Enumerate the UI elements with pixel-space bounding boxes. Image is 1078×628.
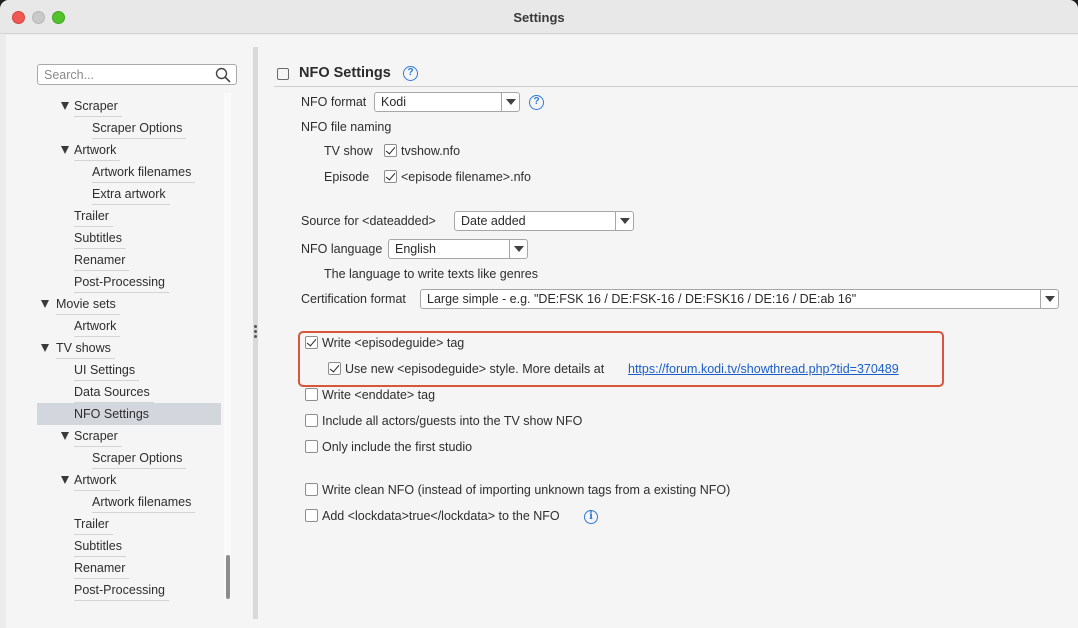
search-input[interactable] — [44, 67, 209, 83]
tree-item-artwork-filenames[interactable]: Artwork filenames — [37, 161, 221, 183]
all-actors-checkbox[interactable] — [305, 414, 318, 427]
tree-item-tv-subtitles[interactable]: Subtitles — [37, 535, 221, 557]
expand-arrow-icon[interactable] — [61, 146, 69, 154]
tree-item-extra-artwork[interactable]: Extra artwork — [37, 183, 221, 205]
dateadded-label: Source for <dateadded> — [301, 214, 436, 228]
write-episodeguide-label: Write <episodeguide> tag — [322, 336, 465, 350]
clean-nfo-checkbox[interactable] — [305, 483, 318, 496]
nfo-format-select[interactable]: Kodi — [374, 92, 520, 112]
drag-handle-icon[interactable] — [254, 325, 257, 340]
first-studio-label: Only include the first studio — [322, 440, 473, 454]
tree-item-data-sources[interactable]: Data Sources — [37, 381, 221, 403]
collapse-icon[interactable] — [277, 68, 289, 80]
episode-label: Episode — [324, 170, 370, 184]
tree-item-movie-sets-artwork[interactable]: Artwork — [37, 315, 221, 337]
chevron-down-icon[interactable] — [501, 93, 519, 111]
nfo-language-label: NFO language — [301, 242, 383, 256]
new-episodeguide-checkbox[interactable] — [328, 362, 341, 375]
expand-arrow-icon[interactable] — [41, 300, 49, 308]
nfo-language-select[interactable]: English — [388, 239, 528, 259]
tree-item-tv-post-processing[interactable]: Post-Processing — [37, 579, 221, 601]
nfo-format-help-icon[interactable]: ? — [529, 95, 544, 110]
tree-item-subtitles[interactable]: Subtitles — [37, 227, 221, 249]
tree-item-movie-sets[interactable]: Movie sets — [37, 293, 221, 315]
tv-show-nfo-value: tvshow.nfo — [401, 144, 461, 158]
settings-window: Settings Scraper Scraper Options Artwork… — [0, 0, 1078, 628]
write-episodeguide-checkbox[interactable] — [305, 336, 318, 349]
lockdata-checkbox[interactable] — [305, 509, 318, 522]
help-icon[interactable]: ? — [403, 66, 418, 81]
section-title: NFO Settings — [299, 65, 391, 81]
window-title: Settings — [513, 10, 565, 25]
tree-item-renamer[interactable]: Renamer — [37, 249, 221, 271]
tree-item-trailer[interactable]: Trailer — [37, 205, 221, 227]
nfo-format-label: NFO format — [301, 95, 367, 109]
search-icon[interactable] — [215, 67, 231, 83]
tree-item-tv-artwork[interactable]: Artwork — [37, 469, 221, 491]
clean-nfo-label: Write clean NFO (instead of importing un… — [322, 483, 731, 497]
tree-scrollbar-thumb[interactable] — [226, 555, 230, 599]
tree-item-nfo-settings[interactable]: NFO Settings — [37, 403, 221, 425]
all-actors-label: Include all actors/guests into the TV sh… — [322, 414, 583, 428]
tree-scrollbar[interactable] — [224, 93, 231, 599]
chevron-down-icon[interactable] — [1040, 290, 1058, 308]
tree-item-tv-artwork-filenames[interactable]: Artwork filenames — [37, 491, 221, 513]
tree-item-tv-renamer[interactable]: Renamer — [37, 557, 221, 579]
tree-item-tv-scraper[interactable]: Scraper — [37, 425, 221, 447]
expand-arrow-icon[interactable] — [61, 102, 69, 110]
search-box[interactable] — [37, 64, 237, 85]
chevron-down-icon[interactable] — [509, 240, 527, 258]
tree-item-tv-shows[interactable]: TV shows — [37, 337, 221, 359]
lockdata-info-icon[interactable]: i — [584, 510, 598, 524]
nfo-language-hint: The language to write texts like genres — [324, 267, 539, 281]
settings-content: Scraper Scraper Options Artwork Artwork … — [6, 35, 1078, 628]
tree-item-ui-settings[interactable]: UI Settings — [37, 359, 221, 381]
lockdata-label: Add <lockdata>true</lockdata> to the NFO — [322, 509, 560, 523]
title-bar: Settings — [0, 0, 1078, 34]
write-enddate-label: Write <enddate> tag — [322, 388, 436, 402]
new-episodeguide-label: Use new <episodeguide> style. More detai… — [345, 362, 605, 376]
episode-nfo-checkbox[interactable] — [384, 170, 397, 183]
section-header: NFO Settings ? — [274, 65, 1078, 87]
tree-item-tv-trailer[interactable]: Trailer — [37, 513, 221, 535]
expand-arrow-icon[interactable] — [41, 344, 49, 352]
tv-show-label: TV show — [324, 144, 373, 158]
settings-tree: Scraper Scraper Options Artwork Artwork … — [37, 93, 221, 603]
expand-arrow-icon[interactable] — [61, 476, 69, 484]
certification-format-label: Certification format — [301, 292, 406, 306]
certification-format-select[interactable]: Large simple - e.g. "DE:FSK 16 / DE:FSK-… — [420, 289, 1059, 309]
write-enddate-checkbox[interactable] — [305, 388, 318, 401]
episodeguide-details-link[interactable]: https://forum.kodi.tv/showthread.php?tid… — [628, 361, 899, 377]
tree-item-artwork[interactable]: Artwork — [37, 139, 221, 161]
tree-item-scraper-options[interactable]: Scraper Options — [37, 117, 221, 139]
tv-show-nfo-checkbox[interactable] — [384, 144, 397, 157]
nfo-file-naming-label: NFO file naming — [301, 120, 392, 134]
first-studio-checkbox[interactable] — [305, 440, 318, 453]
tree-item-scraper[interactable]: Scraper — [37, 95, 221, 117]
expand-arrow-icon[interactable] — [61, 432, 69, 440]
tree-item-tv-scraper-options[interactable]: Scraper Options — [37, 447, 221, 469]
tree-item-post-processing[interactable]: Post-Processing — [37, 271, 221, 293]
chevron-down-icon[interactable] — [615, 212, 633, 230]
dateadded-select[interactable]: Date added — [454, 211, 634, 231]
episode-nfo-value: <episode filename>.nfo — [401, 170, 531, 184]
